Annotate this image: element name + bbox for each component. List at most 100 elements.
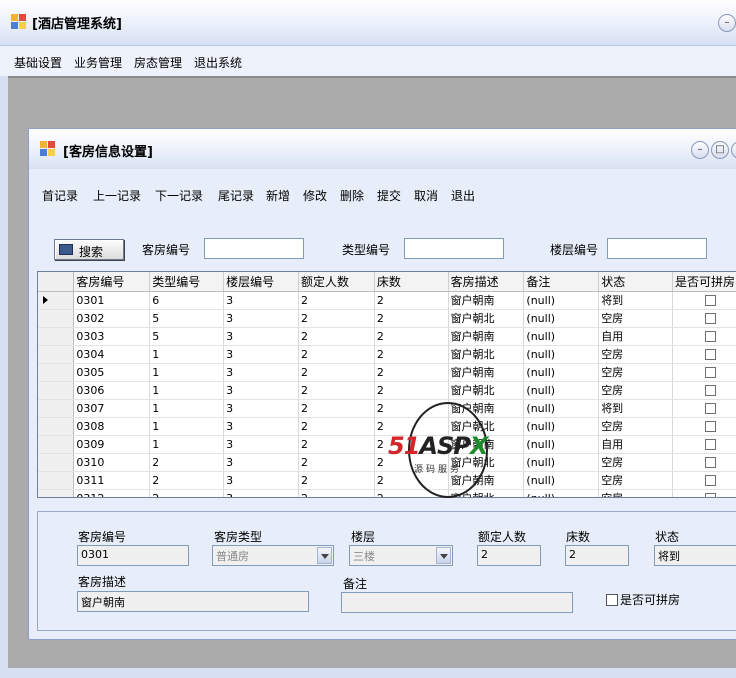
table-cell[interactable]: 5 xyxy=(149,327,225,346)
table-cell[interactable]: (null) xyxy=(523,417,600,436)
shareable-cell-checkbox[interactable] xyxy=(704,367,716,378)
row-header[interactable] xyxy=(38,327,75,346)
table-cell[interactable]: 2 xyxy=(149,489,225,497)
table-cell[interactable]: 3 xyxy=(223,363,299,382)
detail-capacity-field[interactable]: 2 xyxy=(477,545,541,566)
detail-room-no-field[interactable]: 0301 xyxy=(77,545,189,566)
table-cell[interactable]: 自用 xyxy=(598,327,673,346)
table-cell[interactable]: 将到 xyxy=(598,399,673,418)
search-floor-no-input[interactable] xyxy=(607,238,707,259)
table-cell[interactable]: 2 xyxy=(298,327,375,346)
table-cell[interactable]: 1 xyxy=(149,399,225,418)
row-header[interactable] xyxy=(38,291,75,310)
table-cell[interactable]: (null) xyxy=(523,453,600,472)
table-cell[interactable]: 窗户朝南 xyxy=(448,291,525,310)
table-cell[interactable]: 1 xyxy=(149,363,225,382)
detail-desc-field[interactable]: 窗户朝南 xyxy=(77,591,309,612)
table-cell[interactable]: 3 xyxy=(223,399,299,418)
table-cell[interactable]: 2 xyxy=(298,345,375,364)
col-header[interactable]: 额定人数 xyxy=(298,272,375,292)
table-cell[interactable]: 0305 xyxy=(73,363,151,382)
table-cell[interactable]: 空房 xyxy=(598,453,673,472)
table-row[interactable]: 0304 1 3 2 2 窗户朝北 (null) 空房 xyxy=(38,345,736,364)
table-row[interactable]: 0301 6 3 2 2 窗户朝南 (null) 将到 xyxy=(38,291,736,310)
table-cell[interactable]: 2 xyxy=(374,327,449,346)
table-cell[interactable]: 3 xyxy=(223,489,299,497)
chevron-down-icon[interactable] xyxy=(317,547,332,564)
shareable-cell-checkbox[interactable] xyxy=(704,457,716,468)
shareable-cell-checkbox[interactable] xyxy=(704,349,716,360)
table-cell[interactable]: 空房 xyxy=(598,489,673,497)
table-cell[interactable]: 空房 xyxy=(598,471,673,490)
table-cell[interactable]: (null) xyxy=(523,399,600,418)
row-header[interactable] xyxy=(38,471,75,490)
col-header[interactable]: 是否可拼房 xyxy=(672,272,736,292)
table-cell[interactable]: 6 xyxy=(149,291,225,310)
cancel-button[interactable]: 取消 xyxy=(414,187,438,204)
table-cell[interactable]: 空房 xyxy=(598,417,673,436)
table-cell[interactable]: 3 xyxy=(223,291,299,310)
search-button[interactable]: 搜索 xyxy=(54,239,124,260)
table-cell[interactable]: 2 xyxy=(298,489,375,497)
table-row[interactable]: 0305 1 3 2 2 窗户朝南 (null) 空房 xyxy=(38,363,736,382)
table-cell[interactable]: 1 xyxy=(149,435,225,454)
row-header[interactable] xyxy=(38,399,75,418)
detail-remark-field[interactable] xyxy=(341,592,573,613)
table-cell[interactable]: 3 xyxy=(223,435,299,454)
table-row[interactable]: 0303 5 3 2 2 窗户朝南 (null) 自用 xyxy=(38,327,736,346)
table-cell[interactable]: 1 xyxy=(149,417,225,436)
table-cell[interactable]: (null) xyxy=(523,345,600,364)
table-cell[interactable]: 窗户朝北 xyxy=(448,381,525,400)
table-cell[interactable]: 2 xyxy=(374,291,449,310)
col-header[interactable]: 楼层编号 xyxy=(223,272,299,292)
col-header[interactable]: 备注 xyxy=(523,272,600,292)
table-cell[interactable]: 3 xyxy=(223,417,299,436)
maximize-icon[interactable]: □ xyxy=(711,141,729,159)
table-cell[interactable]: 2 xyxy=(374,381,449,400)
shareable-checkbox[interactable] xyxy=(606,594,618,606)
table-cell[interactable]: 0309 xyxy=(73,435,151,454)
row-header[interactable] xyxy=(38,417,75,436)
table-cell[interactable]: 2 xyxy=(298,471,375,490)
col-header[interactable]: 状态 xyxy=(598,272,673,292)
table-cell[interactable]: 1 xyxy=(149,381,225,400)
row-header[interactable] xyxy=(38,489,75,497)
row-header[interactable] xyxy=(38,435,75,454)
table-cell[interactable]: 0303 xyxy=(73,327,151,346)
prev-record-button[interactable]: 上一记录 xyxy=(93,187,141,204)
detail-floor-select[interactable]: 三楼 xyxy=(349,545,453,566)
table-cell[interactable]: 3 xyxy=(223,345,299,364)
shareable-cell-checkbox[interactable] xyxy=(704,403,716,414)
table-cell[interactable]: 2 xyxy=(298,417,375,436)
row-header[interactable] xyxy=(38,309,75,328)
table-cell[interactable]: 自用 xyxy=(598,435,673,454)
table-cell[interactable]: 3 xyxy=(223,471,299,490)
table-cell[interactable]: 窗户朝北 xyxy=(448,345,525,364)
detail-room-type-select[interactable]: 普通房 xyxy=(212,545,334,566)
edit-button[interactable]: 修改 xyxy=(303,187,327,204)
row-header[interactable] xyxy=(38,453,75,472)
row-header[interactable] xyxy=(38,381,75,400)
table-cell[interactable]: 2 xyxy=(298,291,375,310)
delete-button[interactable]: 删除 xyxy=(340,187,364,204)
table-cell[interactable]: 5 xyxy=(149,309,225,328)
detail-status-field[interactable]: 将到 xyxy=(654,545,736,566)
shareable-cell-checkbox[interactable] xyxy=(704,493,716,497)
add-button[interactable]: 新增 xyxy=(266,187,290,204)
menu-room-status[interactable]: 房态管理 xyxy=(134,54,182,71)
shareable-cell-checkbox[interactable] xyxy=(704,421,716,432)
table-cell[interactable]: 空房 xyxy=(598,363,673,382)
table-cell[interactable]: (null) xyxy=(523,291,600,310)
table-cell[interactable]: 2 xyxy=(374,345,449,364)
shareable-cell-checkbox[interactable] xyxy=(704,313,716,324)
row-header[interactable] xyxy=(38,363,75,382)
last-record-button[interactable]: 尾记录 xyxy=(218,187,254,204)
table-cell[interactable]: (null) xyxy=(523,363,600,382)
table-cell[interactable]: 3 xyxy=(223,453,299,472)
minimize-icon[interactable]: – xyxy=(718,14,736,32)
table-cell[interactable]: 1 xyxy=(149,345,225,364)
table-cell[interactable]: 0308 xyxy=(73,417,151,436)
table-cell[interactable]: 0306 xyxy=(73,381,151,400)
table-cell[interactable]: 3 xyxy=(223,327,299,346)
shareable-cell-checkbox[interactable] xyxy=(704,295,716,306)
